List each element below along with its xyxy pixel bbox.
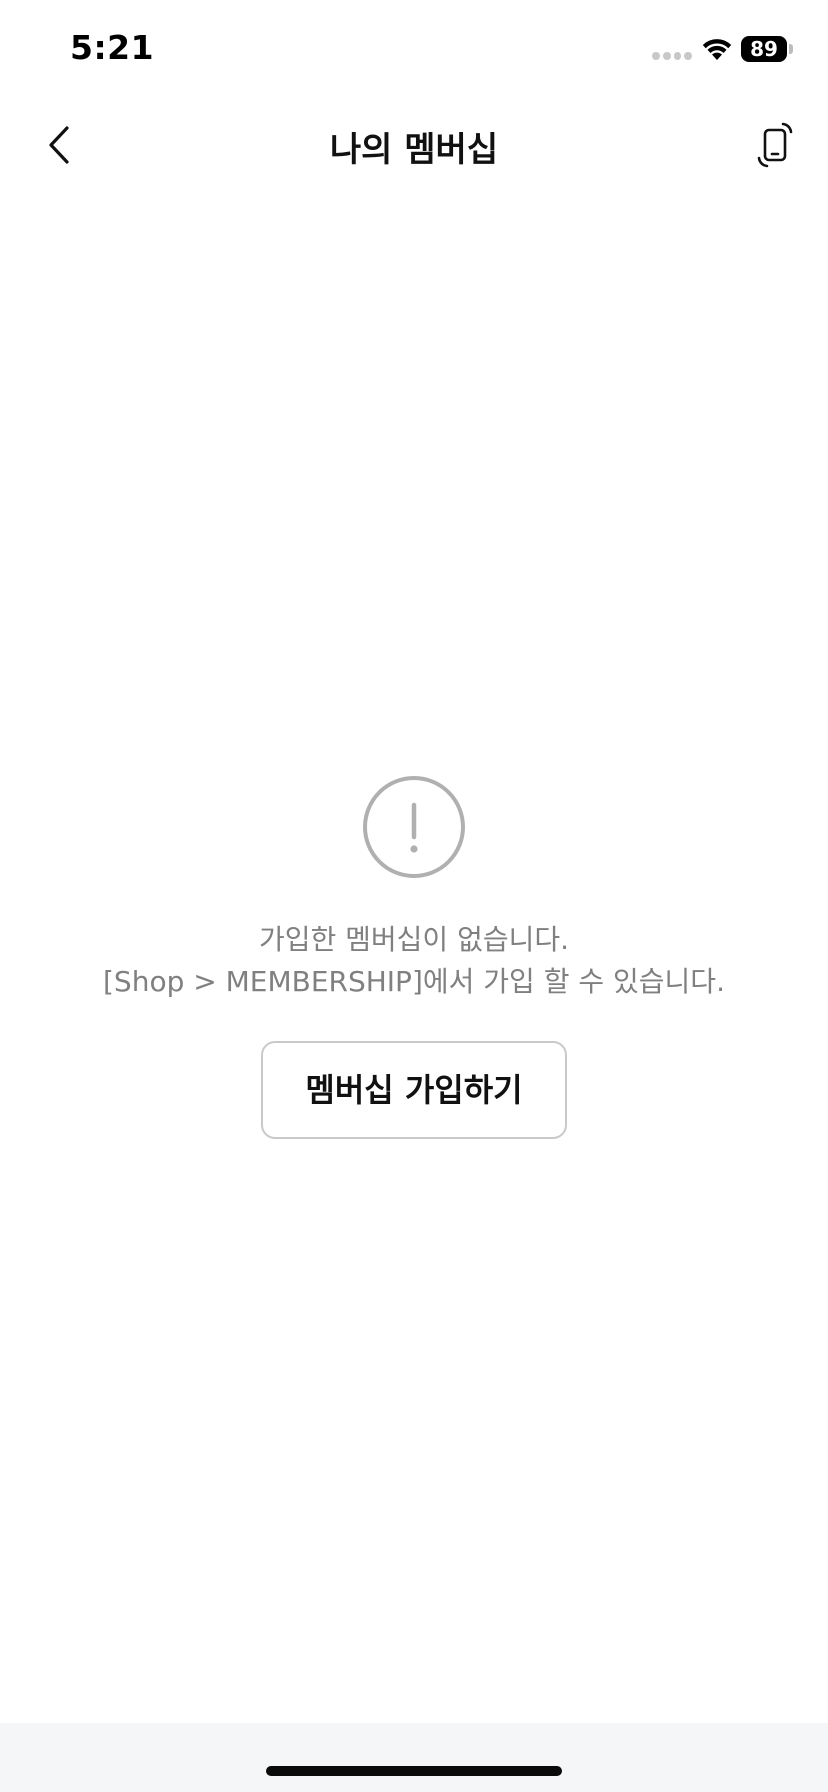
- status-time: 5:21: [70, 28, 155, 67]
- exclamation-circle-icon: [363, 776, 465, 878]
- join-membership-button[interactable]: 멤버십 가입하기: [261, 1041, 567, 1139]
- battery-cap: [789, 44, 793, 54]
- nav-bar: 나의 멤버십: [0, 100, 828, 190]
- page-title: 나의 멤버십: [329, 130, 499, 170]
- home-indicator[interactable]: [266, 1766, 562, 1776]
- wifi-icon: [702, 39, 732, 60]
- battery-indicator: 89: [741, 36, 787, 62]
- cellular-signal-icon: [652, 52, 692, 62]
- device-rotate-button[interactable]: [745, 115, 805, 175]
- empty-state: 가입한 멤버십이 없습니다. [Shop > MEMBERSHIP]에서 가입 …: [0, 775, 828, 1139]
- empty-message-line2: [Shop > MEMBERSHIP]에서 가입 할 수 있습니다.: [103, 965, 725, 998]
- home-indicator-area: [0, 1723, 828, 1792]
- empty-message: 가입한 멤버십이 없습니다. [Shop > MEMBERSHIP]에서 가입 …: [0, 919, 828, 1003]
- empty-message-line1: 가입한 멤버십이 없습니다.: [258, 923, 570, 956]
- status-bar: 5:21 89: [0, 0, 828, 100]
- membership-screen: 5:21 89 나의 멤버십 가입한 멤버십이 없습니다. [Shop > ME…: [0, 0, 828, 1792]
- phone-rotate-icon: [757, 122, 793, 168]
